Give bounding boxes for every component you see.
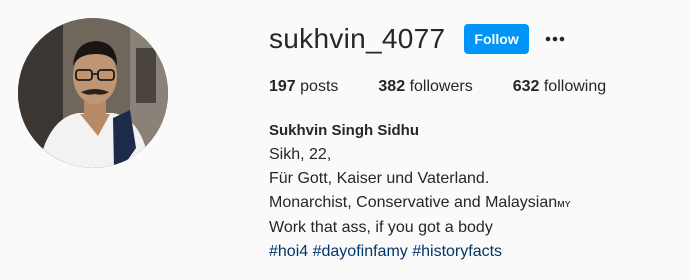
bio-line: Für Gott, Kaiser und Vaterland. xyxy=(269,170,490,187)
follow-button[interactable]: Follow xyxy=(464,24,529,54)
bio-line-suffix: ᴍʏ xyxy=(557,198,571,210)
posts-count: 197 xyxy=(269,78,296,95)
bio-line: Sikh, 22, xyxy=(269,146,332,163)
following-label: following xyxy=(543,78,607,95)
profile-username: sukhvin_4077 xyxy=(269,23,446,54)
hashtag-link[interactable]: #dayofinfamy xyxy=(313,243,408,260)
profile-full-name: Sukhvin Singh Sidhu xyxy=(269,122,419,139)
bio-hashtags: #hoi4 #dayofinfamy #historyfacts xyxy=(269,240,570,264)
followers-label: followers xyxy=(409,78,473,95)
posts-label: posts xyxy=(300,78,339,95)
bio-line: Work that ass, if you got a body xyxy=(269,219,493,236)
posts-stat: 197 posts xyxy=(269,78,338,96)
following-stat[interactable]: 632 following xyxy=(513,78,606,96)
bio-line: Monarchist, Conservative and Malaysianᴍʏ xyxy=(269,191,570,216)
followers-count: 382 xyxy=(378,78,406,95)
avatar-photo xyxy=(18,18,168,168)
following-count: 632 xyxy=(512,78,540,95)
more-options-icon[interactable] xyxy=(543,27,567,51)
bio-line-text: Monarchist, Conservative and Malaysian xyxy=(269,194,558,211)
followers-stat[interactable]: 382 followers xyxy=(378,78,472,96)
hashtag-link[interactable]: #hoi4 xyxy=(269,243,308,260)
hashtag-link[interactable]: #historyfacts xyxy=(412,243,502,260)
profile-stats: 197 posts 382 followers 632 following xyxy=(269,78,606,96)
profile-bio: Sukhvin Singh Sidhu Sikh, 22, Für Gott, … xyxy=(269,119,570,264)
profile-avatar[interactable] xyxy=(18,18,168,168)
profile-header-row: sukhvin_4077 Follow xyxy=(269,20,567,58)
